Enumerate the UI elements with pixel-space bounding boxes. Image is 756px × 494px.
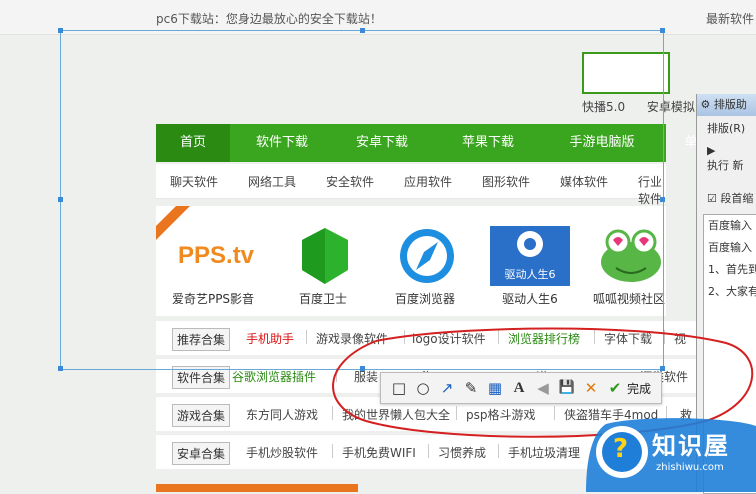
row-link[interactable]: 习惯养成 bbox=[438, 444, 486, 461]
watermark-title: 知识屋 bbox=[652, 432, 730, 460]
rectangle-icon[interactable]: □ bbox=[389, 378, 409, 398]
watermark: ? 知识屋 zhishiwu.com bbox=[586, 416, 756, 492]
capture-toolbar: □ ○ ↗ ✎ ▦ A ◀ 💾 ✕ ✔ 完成 bbox=[380, 372, 662, 404]
undo-icon[interactable]: ◀ bbox=[533, 378, 553, 398]
row-link[interactable]: 东方同人游戏 bbox=[246, 406, 318, 423]
site-tagline: pc6下载站：您身边最放心的安全下载站！ bbox=[156, 12, 382, 26]
resize-handle[interactable] bbox=[660, 28, 665, 33]
resize-handle[interactable] bbox=[58, 197, 63, 202]
cancel-icon[interactable]: ✕ bbox=[581, 378, 601, 398]
text-icon[interactable]: A bbox=[509, 378, 529, 398]
check-icon[interactable]: ✔ bbox=[605, 378, 625, 398]
mosaic-icon[interactable]: ▦ bbox=[485, 378, 505, 398]
window-title: ⚙ 排版助 bbox=[697, 94, 756, 116]
row-link[interactable]: 手机炒股软件 bbox=[246, 444, 318, 461]
row-link[interactable]: 手机垃圾清理 bbox=[508, 444, 580, 461]
new-software-link[interactable]: 最新软件 bbox=[706, 10, 754, 27]
arrow-icon[interactable]: ↗ bbox=[437, 378, 457, 398]
row-tag[interactable]: 游戏合集 bbox=[172, 404, 231, 427]
question-icon: ? bbox=[613, 434, 629, 464]
menu-typeset[interactable]: 排版(R) bbox=[697, 120, 745, 136]
resize-handle[interactable] bbox=[58, 28, 63, 33]
row-tag[interactable]: 安卓合集 bbox=[172, 442, 231, 465]
brush-icon[interactable]: ✎ bbox=[461, 378, 481, 398]
capture-selection[interactable] bbox=[58, 28, 665, 371]
ellipse-icon[interactable]: ○ bbox=[413, 378, 433, 398]
save-icon[interactable]: 💾 bbox=[557, 378, 577, 398]
row-link[interactable]: 手机免费WIFI bbox=[342, 444, 416, 461]
done-button[interactable]: 完成 bbox=[627, 380, 651, 397]
row-link[interactable]: 谷歌浏览器插件 bbox=[232, 368, 316, 385]
watermark-url: zhishiwu.com bbox=[656, 462, 724, 473]
execute-button[interactable]: ▶ 执行 新 bbox=[707, 144, 744, 173]
resize-handle[interactable] bbox=[58, 366, 63, 371]
resize-handle[interactable] bbox=[660, 197, 665, 202]
orange-bar bbox=[156, 484, 358, 492]
indent-checkbox[interactable]: ☑ 段首缩 bbox=[707, 190, 753, 206]
resize-handle[interactable] bbox=[360, 28, 365, 33]
